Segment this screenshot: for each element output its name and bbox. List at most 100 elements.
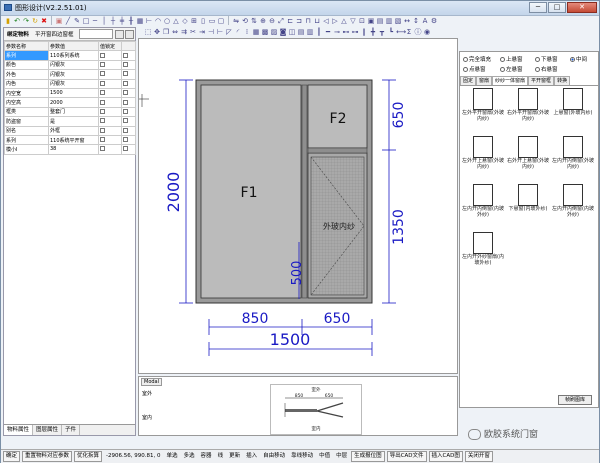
save-icon[interactable] xyxy=(115,29,124,39)
table-row[interactable]: 颜色 闪银灰 xyxy=(4,59,136,71)
t-bar-icon[interactable]: ┳ xyxy=(378,28,386,36)
tab-bound-material[interactable]: 绑定物料 xyxy=(4,30,32,38)
tab-screen-sash[interactable]: 纱纱一体窗扇 xyxy=(492,76,529,85)
info-icon[interactable]: ⓘ xyxy=(414,28,422,36)
param-value[interactable]: 110系统平开窗 xyxy=(48,134,99,146)
minimize-button[interactable]: ─ xyxy=(529,2,547,13)
frame-tool-icon[interactable]: ▢ xyxy=(217,17,225,25)
table-row[interactable]: 防盗窗是 xyxy=(4,116,136,127)
mode-snap-move[interactable]: 靠线移动 xyxy=(289,452,315,461)
lock-checkbox[interactable] xyxy=(100,108,105,114)
mode-layer[interactable]: 中层 xyxy=(334,452,349,461)
radio-top-hung[interactable]: 上悬窗 xyxy=(500,55,523,63)
sash-item[interactable]: 左外开上悬窗(外玻内纱) xyxy=(462,136,504,182)
redo-icon[interactable]: ↷ xyxy=(22,17,30,25)
param-value[interactable]: 闪银灰 xyxy=(48,78,99,89)
param-value[interactable]: 整套门 xyxy=(48,106,99,118)
mode-free-move[interactable]: 自由移动 xyxy=(261,452,287,461)
radio-point-hung[interactable]: 点悬窗 xyxy=(463,65,486,73)
sum-icon[interactable]: Σ xyxy=(405,28,413,36)
library-button[interactable]: 帧刷图库 xyxy=(558,395,592,405)
extend-icon[interactable]: ⇥ xyxy=(198,28,206,36)
fillet-icon[interactable]: ◜ xyxy=(234,28,242,36)
mode-container[interactable]: 容器 xyxy=(199,452,214,461)
dimension-icon[interactable]: ↔ xyxy=(403,17,411,25)
sash-icon[interactable]: ◫ xyxy=(288,28,296,36)
cross-bar-icon[interactable]: ╋ xyxy=(369,28,377,36)
height-icon[interactable]: ↕ xyxy=(412,17,420,25)
sash-item[interactable]: 下悬窗(内玻外纱) xyxy=(507,184,549,230)
confirm-button[interactable]: 确定 xyxy=(3,451,21,462)
ruler-icon[interactable]: ⊢ xyxy=(145,17,153,25)
table-row[interactable]: 内色 闪银灰 xyxy=(4,78,136,89)
table-row[interactable]: 框类 整套门 xyxy=(4,106,136,118)
mirror-icon[interactable]: ⇋ xyxy=(232,17,240,25)
split-h-icon[interactable]: ╪ xyxy=(118,17,126,25)
mode-insert[interactable]: 插入 xyxy=(244,452,259,461)
circle-tool-icon[interactable]: ○ xyxy=(163,17,171,25)
extra-checkbox[interactable] xyxy=(123,61,128,67)
arrow-down-icon[interactable]: ▽ xyxy=(349,17,357,25)
optimize-button[interactable]: 优化拆算 xyxy=(74,451,103,462)
extra-checkbox[interactable] xyxy=(123,108,128,114)
copy-icon[interactable]: ❐ xyxy=(162,28,170,36)
lock-checkbox[interactable] xyxy=(100,127,105,133)
array-icon[interactable]: ⁞ xyxy=(243,28,251,36)
sash-item[interactable]: 左内开外纱窗扇(内玻外纱) xyxy=(462,232,504,278)
arrow-up-icon[interactable]: △ xyxy=(340,17,348,25)
lock-checkbox[interactable] xyxy=(100,71,105,77)
tab-frame-type[interactable]: 平开窗四边窗框 xyxy=(32,30,77,38)
arrow-left-icon[interactable]: ◁ xyxy=(322,17,330,25)
rect-tool-icon[interactable]: □ xyxy=(82,17,90,25)
lock-icon[interactable]: ⊶ xyxy=(351,28,359,36)
generate-button[interactable]: 生成报位图 xyxy=(351,451,385,462)
group-icon[interactable]: ▦ xyxy=(252,28,260,36)
mode-single-select[interactable]: 单选 xyxy=(165,452,180,461)
screen-icon[interactable]: ▤ xyxy=(297,28,305,36)
lock-checkbox[interactable] xyxy=(100,146,105,152)
extra-checkbox[interactable] xyxy=(123,127,128,133)
lock-checkbox[interactable] xyxy=(100,52,105,58)
flip-icon[interactable]: ⇅ xyxy=(250,17,258,25)
reset-params-button[interactable]: 重置物料对应参数 xyxy=(22,451,73,462)
extra-checkbox[interactable] xyxy=(123,90,128,96)
hinge-icon[interactable]: ⊷ xyxy=(342,28,350,36)
glass-icon[interactable]: ▥ xyxy=(306,28,314,36)
hline-tool-icon[interactable]: ─ xyxy=(91,17,99,25)
camera-icon[interactable]: ◙ xyxy=(279,28,287,36)
table-row[interactable]: 外色 闪银灰 xyxy=(4,69,136,80)
align-left-icon[interactable]: ⊏ xyxy=(286,17,294,25)
layer-icon[interactable]: ▧ xyxy=(394,17,402,25)
drawing-canvas[interactable]: F1 F2 外玻内纱 850 650 1500 2000 650 1350 50… xyxy=(138,38,458,374)
hatch-icon[interactable]: ▤ xyxy=(376,17,384,25)
table-row[interactable]: 系列 110系列系统 xyxy=(4,50,136,61)
arrow-right-icon[interactable]: ▷ xyxy=(331,17,339,25)
radio-middle[interactable]: 中间 xyxy=(570,55,587,63)
arc-tool-icon[interactable]: ◠ xyxy=(154,17,162,25)
panel-tool-icon[interactable]: ▭ xyxy=(208,17,216,25)
sash-item[interactable]: 左内开内倒窗(内玻外纱) xyxy=(552,184,594,230)
tab-casement-frame[interactable]: 平开窗框 xyxy=(528,76,555,85)
handle-icon[interactable]: ⊸ xyxy=(333,28,341,36)
param-value[interactable]: 110系列系统 xyxy=(48,50,99,61)
select-icon[interactable]: ⬚ xyxy=(144,28,152,36)
refresh-icon[interactable]: ↻ xyxy=(31,17,39,25)
tab-layer-props[interactable]: 图层属性 xyxy=(33,425,63,435)
mullion-icon[interactable]: ┃ xyxy=(315,28,323,36)
table-row[interactable]: 模小I 38 xyxy=(4,144,136,155)
grid-tool-icon[interactable]: ▦ xyxy=(136,17,144,25)
import-cad-button[interactable]: 插入CAD图 xyxy=(428,451,463,462)
param-value[interactable]: 外框 xyxy=(48,125,99,136)
transom-icon[interactable]: ━ xyxy=(324,28,332,36)
mode-middle[interactable]: 中值 xyxy=(317,452,332,461)
cross-tool-icon[interactable]: ┼ xyxy=(109,17,117,25)
radio-right-hung[interactable]: 右悬窗 xyxy=(535,65,558,73)
tab-convert[interactable]: 转换 xyxy=(554,76,571,85)
undo-icon[interactable]: ↶ xyxy=(13,17,21,25)
radio-full-fill[interactable]: 完全填充 xyxy=(463,55,491,63)
table-row[interactable]: 内空高 2000 xyxy=(4,97,136,108)
table-row[interactable]: 系列 110系统平开窗 xyxy=(4,134,136,146)
view-icon[interactable]: ◉ xyxy=(423,28,431,36)
fit-icon[interactable]: ⤢ xyxy=(277,17,285,25)
tab-subparts[interactable]: 子件 xyxy=(62,425,81,435)
